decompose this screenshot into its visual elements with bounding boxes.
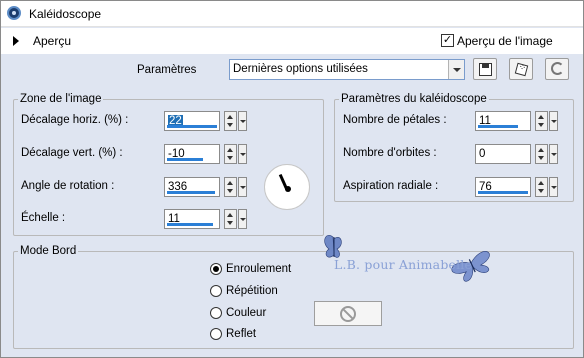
vertical-offset-stepper[interactable] (224, 144, 237, 164)
horizontal-offset-input[interactable]: 22 (164, 111, 220, 131)
disabled-icon (340, 306, 356, 322)
vertical-offset-label: Décalage vert. (%) : (21, 147, 123, 159)
app-icon (7, 6, 21, 20)
group-title: Zone de l'image (18, 93, 104, 105)
orbits-dropdown[interactable] (549, 144, 558, 164)
preset-dropdown[interactable]: Dernières options utilisées (229, 59, 465, 80)
radio-repeat[interactable] (210, 285, 222, 297)
presets-label: Paramètres (137, 64, 197, 76)
rotation-dial[interactable] (264, 164, 310, 210)
scale-dropdown[interactable] (238, 209, 247, 229)
horizontal-offset-label: Décalage horiz. (%) : (21, 114, 129, 126)
reset-icon (551, 62, 564, 75)
orbits-label: Nombre d'orbites : (343, 147, 437, 159)
title-bar: Kaléidoscope (1, 1, 583, 27)
radial-suction-dropdown[interactable] (549, 177, 558, 197)
kaleidoscope-dialog: Kaléidoscope Aperçu ✓ Aperçu de l'image … (0, 0, 584, 358)
edge-color-swatch[interactable] (314, 301, 382, 326)
scale-label: Échelle : (21, 212, 66, 224)
dial-center (285, 186, 291, 192)
radio-repeat-label[interactable]: Répétition (226, 285, 278, 297)
petals-dropdown[interactable] (549, 111, 558, 131)
value-bar (167, 158, 203, 161)
save-preset-button[interactable] (473, 58, 497, 80)
rotation-angle-label: Angle de rotation : (21, 180, 115, 192)
orbits-input[interactable]: 0 (475, 144, 531, 164)
expand-triangle-icon[interactable] (13, 36, 19, 46)
scale-stepper[interactable] (224, 209, 237, 229)
vertical-offset-dropdown[interactable] (238, 144, 247, 164)
preview-checkbox-label[interactable]: Aperçu de l'image (457, 34, 553, 48)
apercu-toggle-label[interactable]: Aperçu (33, 34, 71, 48)
radio-wrap-label[interactable]: Enroulement (226, 263, 291, 275)
vertical-offset-input[interactable]: -10 (164, 144, 220, 164)
radio-reflect[interactable] (210, 328, 222, 340)
petals-stepper[interactable] (535, 111, 548, 131)
value-bar (167, 223, 213, 226)
orbits-value: 0 (479, 148, 486, 160)
horizontal-offset-stepper[interactable] (224, 111, 237, 131)
butterfly-icon (324, 235, 342, 258)
preview-checkbox[interactable]: ✓ (441, 34, 454, 47)
group-title: Mode Bord (18, 245, 79, 257)
radio-color-label[interactable]: Couleur (226, 307, 266, 319)
value-bar (167, 125, 217, 128)
horizontal-offset-dropdown[interactable] (238, 111, 247, 131)
petals-input[interactable]: 11 (475, 111, 531, 131)
radio-wrap[interactable] (210, 263, 222, 275)
radio-reflect-label[interactable]: Reflet (226, 328, 256, 340)
value-bar (167, 191, 215, 194)
orbits-stepper[interactable] (535, 144, 548, 164)
window-title: Kaléidoscope (29, 7, 102, 21)
radio-color[interactable] (210, 307, 222, 319)
save-disk-icon (479, 63, 492, 76)
rotation-angle-stepper[interactable] (224, 177, 237, 197)
watermark-text: L.B. pour Animabelle (334, 257, 473, 272)
petals-label: Nombre de pétales : (343, 114, 447, 126)
radial-suction-label: Aspiration radiale : (343, 180, 439, 192)
rotation-angle-input[interactable]: 336 (164, 177, 220, 197)
rotation-angle-dropdown[interactable] (238, 177, 247, 197)
radial-suction-stepper[interactable] (535, 177, 548, 197)
value-bar (478, 191, 528, 194)
group-title: Paramètres du kaléidoscope (339, 93, 489, 105)
value-bar (478, 125, 518, 128)
radial-suction-input[interactable]: 76 (475, 177, 531, 197)
dice-icon (514, 62, 529, 77)
scale-input[interactable]: 11 (164, 209, 220, 229)
chevron-down-icon[interactable] (448, 60, 464, 79)
randomize-button[interactable] (509, 58, 533, 80)
preset-value: Dernières options utilisées (233, 63, 368, 75)
reset-button[interactable] (545, 58, 569, 80)
